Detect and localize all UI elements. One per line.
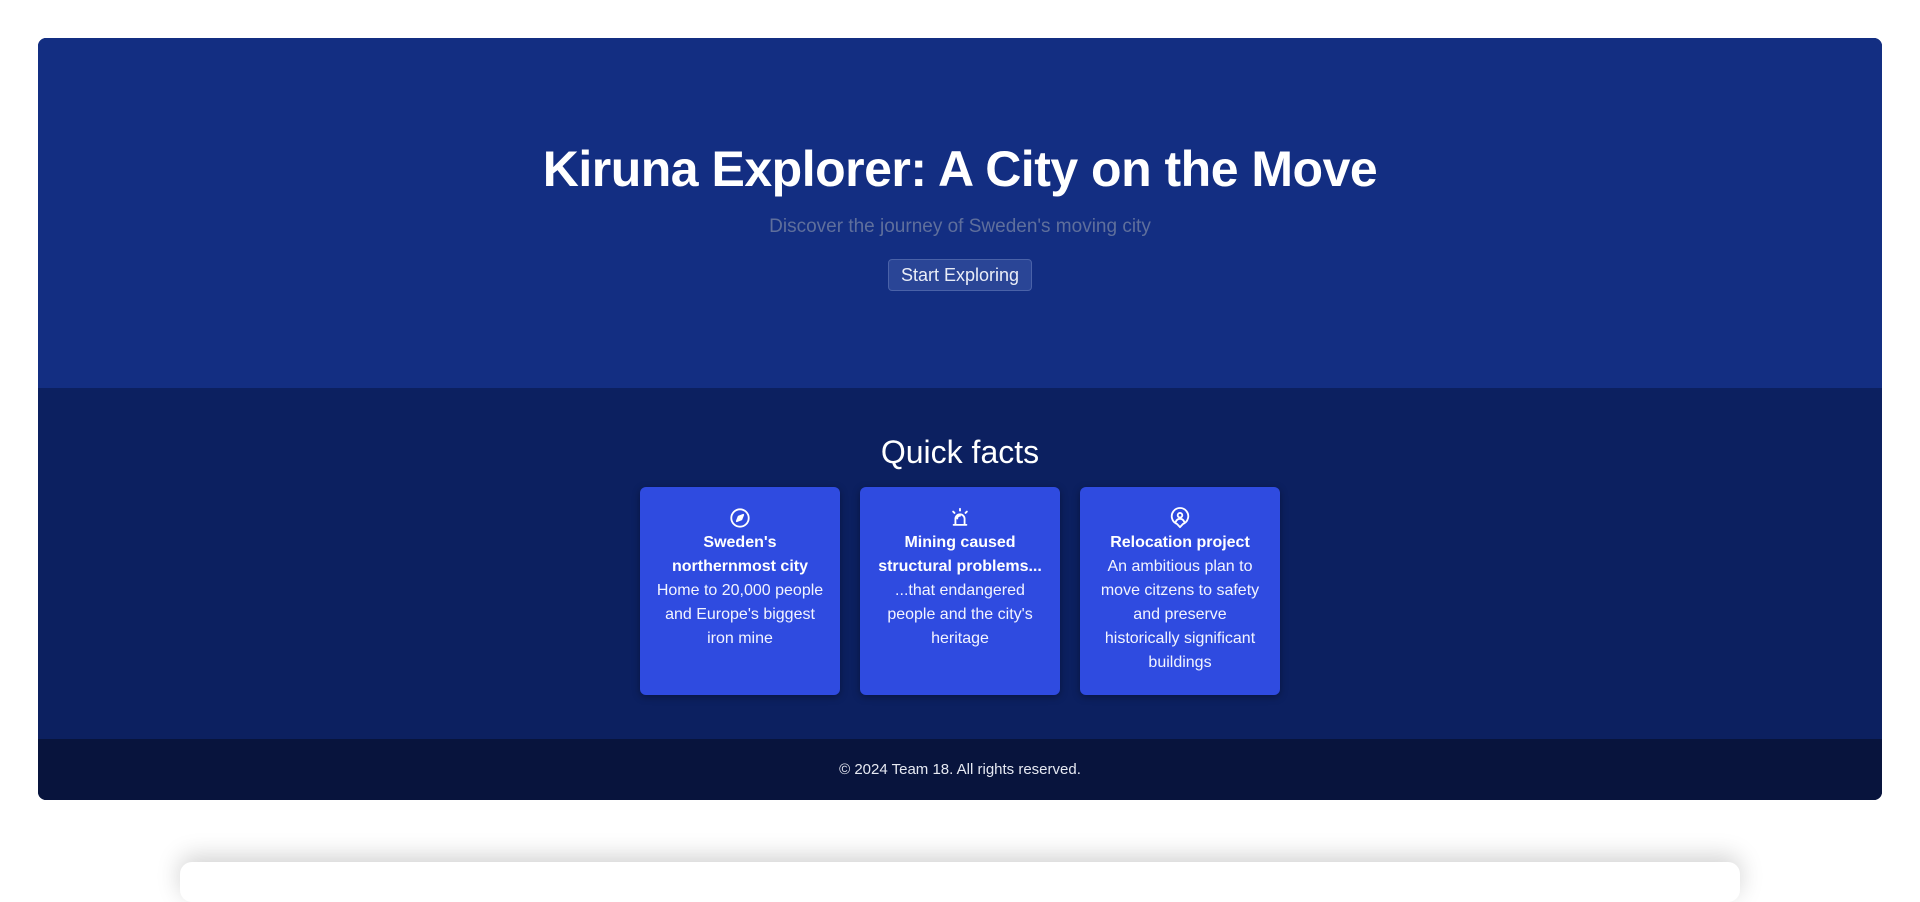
hero-section: Kiruna Explorer: A City on the Move Disc… [38,38,1882,388]
compass-icon [729,507,751,529]
fact-card-text: Home to 20,000 people and Europe's bigge… [656,582,824,647]
fact-card-text: ...that endangered people and the city's… [887,582,1033,647]
hero-subtitle: Discover the journey of Sweden's moving … [769,216,1151,237]
fact-card: Sweden's northernmost city Home to 20,00… [640,487,840,695]
quick-facts-section: Quick facts Sweden's northernmost city H… [38,388,1882,739]
fact-cards: Sweden's northernmost city Home to 20,00… [640,487,1280,695]
copyright-text: © 2024 Team 18. All rights reserved. [839,761,1081,778]
footer: © 2024 Team 18. All rights reserved. [38,739,1882,800]
app-frame: Kiruna Explorer: A City on the Move Disc… [38,38,1882,800]
start-exploring-button[interactable]: Start Exploring [887,259,1033,291]
next-panel-edge [180,862,1740,902]
fact-card: Mining caused structural problems... ...… [860,487,1060,695]
siren-icon [949,507,971,529]
fact-card-title: Mining caused structural problems... [878,534,1042,575]
fact-card: Relocation project An ambitious plan to … [1080,487,1280,695]
fact-card-title: Relocation project [1110,534,1250,551]
location-person-icon [1169,507,1191,529]
page-title: Kiruna Explorer: A City on the Move [542,141,1378,197]
fact-card-text: An ambitious plan to move citzens to saf… [1100,558,1260,671]
fact-card-title: Sweden's northernmost city [671,534,808,575]
quick-facts-title: Quick facts [880,434,1040,470]
